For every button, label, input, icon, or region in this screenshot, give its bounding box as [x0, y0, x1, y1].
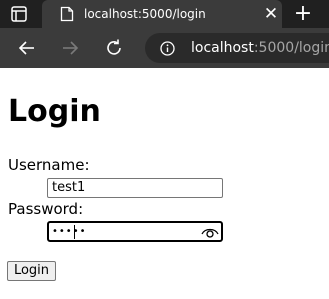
reload-icon[interactable] — [104, 38, 124, 58]
password-mask: ••••• — [52, 226, 87, 237]
username-label: Username: — [8, 156, 90, 174]
url-text: localhost:5000/login — [191, 39, 329, 57]
browser-toolbar: localhost:5000/login — [0, 28, 329, 68]
url-path: :5000/login — [253, 40, 329, 56]
login-button[interactable]: Login — [7, 261, 56, 281]
close-tab-icon[interactable]: ✕ — [262, 5, 280, 23]
reveal-password-icon[interactable] — [201, 225, 219, 239]
page-title: Login — [8, 94, 101, 129]
tab-strip: localhost:5000/login ✕ + — [0, 0, 329, 28]
page-icon — [60, 6, 74, 22]
forward-icon[interactable] — [60, 38, 80, 58]
new-tab-icon[interactable]: + — [292, 3, 314, 25]
browser-tab[interactable]: localhost:5000/login ✕ — [42, 0, 282, 28]
username-value: test1 — [52, 180, 86, 195]
tab-title: localhost:5000/login — [84, 7, 206, 21]
username-field[interactable]: test1 — [47, 178, 223, 198]
address-bar[interactable]: localhost:5000/login — [145, 33, 329, 63]
password-label: Password: — [8, 200, 84, 218]
page-content: Login Username: test1 Password: ••••• Lo… — [0, 68, 329, 299]
password-field[interactable]: ••••• — [47, 221, 223, 242]
window-menu-icon[interactable] — [10, 5, 28, 23]
text-caret — [74, 225, 75, 239]
back-icon[interactable] — [17, 38, 37, 58]
url-host: localhost — [191, 40, 254, 56]
info-icon[interactable] — [160, 41, 175, 56]
